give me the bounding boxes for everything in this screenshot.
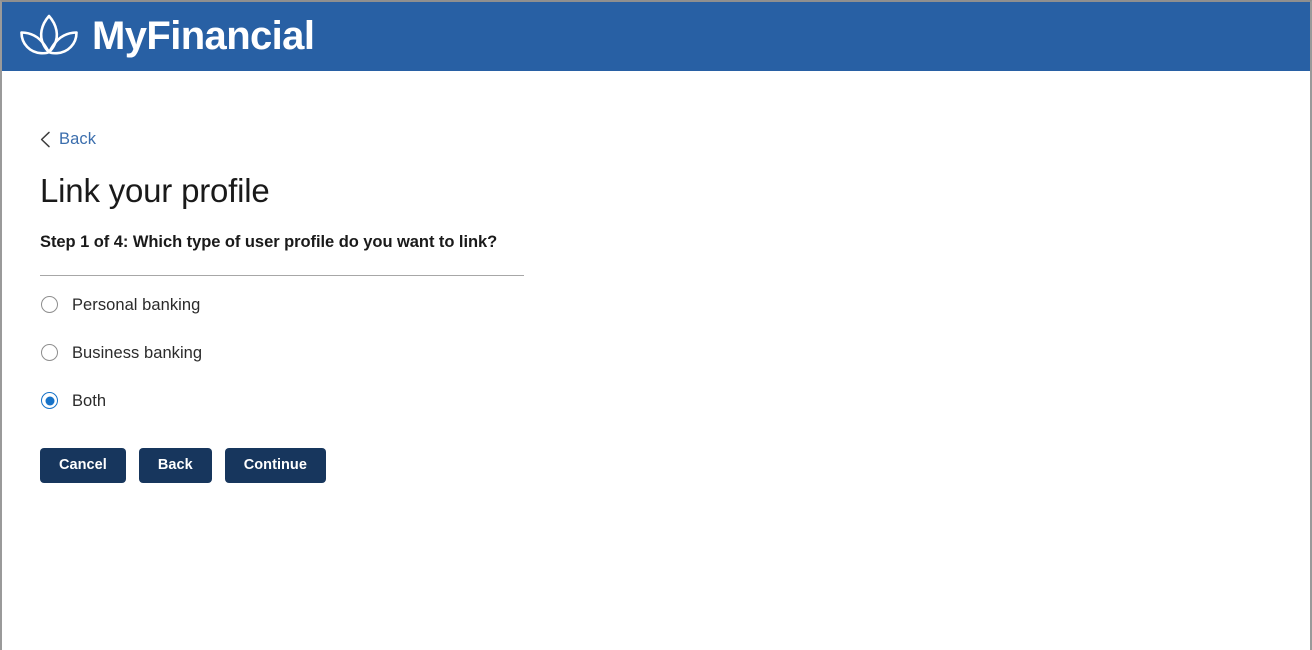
radio-mark [41,344,58,362]
back-link[interactable]: Back [40,131,96,148]
main-content: Back Link your profile Step 1 of 4: Whic… [2,71,1310,483]
radio-option-business-banking[interactable]: Business banking [40,337,340,369]
back-link-label: Back [59,130,97,149]
continue-button[interactable]: Continue [224,447,326,483]
radio-option-personal-banking[interactable]: Personal banking [40,289,340,321]
brand-header: MyFinancial [2,2,1310,71]
back-button[interactable]: Back [138,447,212,483]
page-title: Link your profile [40,172,270,209]
radio-option-label: Business banking [72,343,203,362]
page-frame: MyFinancial Back Link your profile Step … [0,0,1312,650]
step-question: Step 1 of 4: Which type of user profile … [40,232,498,251]
radio-mark [41,296,58,314]
radio-option-label: Personal banking [72,295,201,314]
section-divider [40,274,524,276]
chevron-left-icon [40,131,50,148]
radio-option-label: Both [72,391,107,410]
brand-name: MyFinancial [92,13,315,58]
radio-option-both[interactable]: Both [40,385,340,417]
form-actions: Cancel Back Continue [40,447,1310,483]
lotus-flower-icon [20,14,78,55]
radio-mark [41,392,58,410]
cancel-button[interactable]: Cancel [40,447,126,483]
profile-type-radio-group: Personal banking Business banking Both [40,289,1310,417]
